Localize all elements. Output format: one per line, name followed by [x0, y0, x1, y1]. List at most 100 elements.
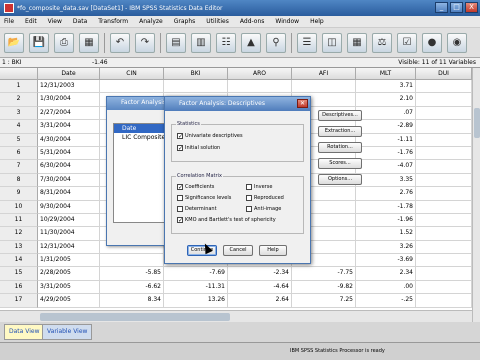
checkbox-box[interactable]: [246, 195, 252, 201]
aro-cell[interactable]: [228, 80, 292, 94]
split-file-icon[interactable]: ▦: [347, 32, 367, 53]
row-header[interactable]: 4: [0, 120, 38, 134]
dui-cell[interactable]: [416, 146, 472, 161]
dui-cell[interactable]: [416, 213, 472, 228]
menu-transform[interactable]: Transform: [98, 18, 128, 25]
date-cell[interactable]: 1/30/2004: [38, 93, 100, 107]
mlt-cell[interactable]: 3.71: [356, 80, 416, 94]
close-window-button[interactable]: X: [465, 2, 478, 13]
dui-cell[interactable]: [416, 80, 472, 94]
cin-cell[interactable]: -6.62: [100, 280, 164, 295]
goto-variable-icon[interactable]: ▥: [191, 32, 211, 53]
menu-file[interactable]: File: [4, 18, 14, 25]
checkbox-box[interactable]: ✓: [177, 217, 183, 224]
mlt-cell[interactable]: .00: [356, 280, 416, 295]
cin-cell[interactable]: [100, 80, 164, 94]
menu-analyze[interactable]: Analyze: [139, 18, 163, 25]
date-cell[interactable]: 1/31/2005: [38, 254, 100, 268]
column-header-bki[interactable]: BKI: [164, 68, 228, 80]
afi-cell[interactable]: 7.25: [292, 294, 356, 308]
insert-cases-icon[interactable]: ☰: [297, 32, 317, 53]
row-header[interactable]: 12: [0, 227, 38, 241]
descriptives-button[interactable]: Descriptives...: [318, 110, 362, 121]
minimize-button[interactable]: _: [435, 2, 448, 13]
row-header[interactable]: 3: [0, 106, 38, 121]
date-cell[interactable]: 7/30/2004: [38, 173, 100, 188]
mlt-cell[interactable]: -1.78: [356, 200, 416, 214]
dui-cell[interactable]: [416, 200, 472, 214]
extraction-button[interactable]: Extraction...: [318, 126, 362, 137]
dui-cell[interactable]: [416, 187, 472, 201]
vertical-scroll-thumb[interactable]: [474, 108, 480, 138]
column-header-dui[interactable]: DUI: [416, 68, 472, 80]
run-descriptives-icon[interactable]: ▲: [241, 32, 261, 53]
row-header[interactable]: 7: [0, 160, 38, 174]
tab-variable-view[interactable]: Variable View: [42, 324, 93, 340]
cin-cell[interactable]: -5.85: [100, 267, 164, 281]
print-icon[interactable]: ⎙: [54, 32, 74, 53]
column-header-date[interactable]: Date: [38, 68, 100, 80]
mlt-cell[interactable]: 2.34: [356, 267, 416, 281]
row-header[interactable]: 2: [0, 93, 38, 107]
coefficients-checkbox[interactable]: ✓ Coefficients: [177, 184, 214, 191]
mlt-cell[interactable]: 3.26: [356, 240, 416, 255]
value-labels-icon[interactable]: ●: [422, 32, 442, 53]
cin-cell[interactable]: [100, 254, 164, 268]
aro-cell[interactable]: -2.34: [228, 267, 292, 281]
menu-window[interactable]: Window: [275, 18, 299, 25]
horizontal-scroll-thumb[interactable]: [40, 313, 230, 321]
use-sets-icon[interactable]: ◉: [447, 32, 467, 53]
maximize-button[interactable]: □: [450, 2, 463, 13]
bki-cell[interactable]: 13.26: [164, 294, 228, 308]
row-header[interactable]: 14: [0, 254, 38, 268]
menu-view[interactable]: View: [48, 18, 62, 25]
row-header[interactable]: 5: [0, 133, 38, 147]
save-icon[interactable]: 💾: [29, 32, 49, 53]
select-cases-icon[interactable]: ☑: [397, 32, 417, 53]
date-cell[interactable]: 10/29/2004: [38, 213, 100, 228]
row-header[interactable]: 11: [0, 213, 38, 228]
row-header[interactable]: 17: [0, 294, 38, 308]
date-cell[interactable]: 9/30/2004: [38, 200, 100, 214]
cancel-button[interactable]: Cancel: [223, 245, 253, 256]
menu-edit[interactable]: Edit: [25, 18, 37, 25]
significance-levels-checkbox[interactable]: Significance levels: [177, 195, 231, 201]
undo-icon[interactable]: ↶: [110, 32, 130, 53]
cell-value[interactable]: -1.46: [92, 59, 108, 66]
anti-image-checkbox[interactable]: Anti-image: [246, 206, 281, 212]
aro-cell[interactable]: -4.64: [228, 280, 292, 295]
weight-cases-icon[interactable]: ⚖: [372, 32, 392, 53]
dialog-recall-icon[interactable]: ▦: [79, 32, 99, 53]
dui-cell[interactable]: [416, 93, 472, 107]
kmo-bartlett-checkbox[interactable]: ✓ KMO and Bartlett's test of sphericity: [177, 217, 276, 224]
vertical-scrollbar[interactable]: [472, 68, 480, 322]
mlt-cell[interactable]: 2.76: [356, 187, 416, 201]
row-header[interactable]: 1: [0, 80, 38, 94]
dui-cell[interactable]: [416, 227, 472, 241]
menu-help[interactable]: Help: [310, 18, 324, 25]
cell-reference[interactable]: 1 : BKI: [2, 59, 21, 66]
date-cell[interactable]: 3/31/2005: [38, 280, 100, 295]
variable-list-item[interactable]: Date: [114, 124, 170, 133]
aro-cell[interactable]: 2.64: [228, 294, 292, 308]
mlt-cell[interactable]: 2.10: [356, 93, 416, 107]
row-header[interactable]: 15: [0, 267, 38, 281]
inverse-checkbox[interactable]: Inverse: [246, 184, 272, 190]
column-header-cin[interactable]: CIN: [100, 68, 164, 80]
dui-cell[interactable]: [416, 160, 472, 174]
afi-cell[interactable]: [292, 80, 356, 94]
dui-cell[interactable]: [416, 240, 472, 255]
menu-utilities[interactable]: Utilities: [206, 18, 229, 25]
checkbox-box[interactable]: ✓: [177, 133, 183, 140]
redo-icon[interactable]: ↷: [135, 32, 155, 53]
horizontal-scrollbar[interactable]: [0, 310, 472, 322]
corner-header[interactable]: [0, 68, 38, 80]
tab-data-view[interactable]: Data View: [4, 324, 45, 340]
scores-button[interactable]: Scores...: [318, 158, 362, 169]
dui-cell[interactable]: [416, 120, 472, 134]
checkbox-box[interactable]: [246, 184, 252, 190]
menu-data[interactable]: Data: [73, 18, 87, 25]
rotation-button[interactable]: Rotation...: [318, 142, 362, 153]
mlt-cell[interactable]: -3.69: [356, 254, 416, 268]
bki-cell[interactable]: -11.31: [164, 280, 228, 295]
